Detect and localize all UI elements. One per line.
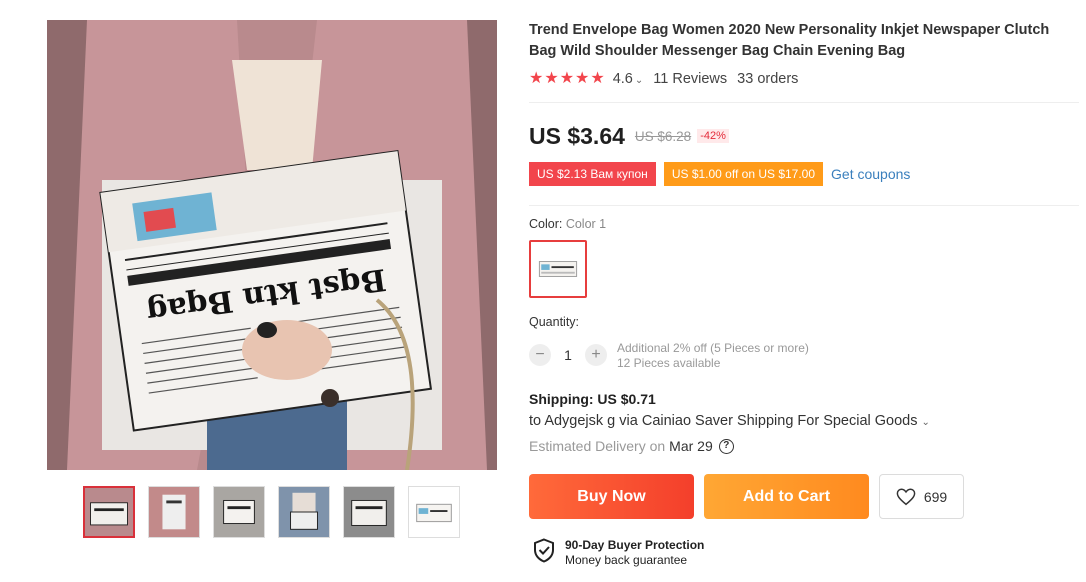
help-icon[interactable]: ? bbox=[718, 438, 734, 454]
reviews-link[interactable]: 11 Reviews bbox=[653, 71, 727, 87]
thumbnail-5[interactable] bbox=[343, 486, 395, 538]
thumbnail-3[interactable] bbox=[213, 486, 265, 538]
product-title: Trend Envelope Bag Women 2020 New Person… bbox=[529, 22, 1050, 59]
star-icon: ★ bbox=[544, 70, 559, 87]
chevron-down-icon: ⌄ bbox=[634, 75, 644, 86]
add-to-cart-button[interactable]: Add to Cart bbox=[704, 474, 869, 519]
shield-check-icon bbox=[534, 538, 554, 563]
divider bbox=[529, 205, 1079, 206]
quantity-info: Additional 2% off (5 Pieces or more) 12 … bbox=[617, 341, 809, 371]
star-icon: ★ bbox=[529, 70, 544, 87]
rating-number: 4.6 bbox=[612, 71, 633, 87]
main-product-photo[interactable]: Bqst ktn Bqag bbox=[47, 20, 497, 470]
discount-badge: -42% bbox=[697, 129, 729, 143]
quantity-stepper: − 1 + bbox=[529, 343, 607, 367]
buy-now-button[interactable]: Buy Now bbox=[529, 474, 694, 519]
estimated-delivery-date: Mar 29 bbox=[669, 438, 713, 454]
quantity-increase-button[interactable]: + bbox=[585, 344, 607, 366]
coupon-store-badge[interactable]: US $2.13 Вам купон bbox=[529, 162, 656, 186]
buyer-protection-title: 90-Day Buyer Protection bbox=[565, 538, 705, 552]
star-icon: ★ bbox=[559, 70, 575, 87]
estimated-delivery: Estimated Delivery on Mar 29 ? bbox=[529, 438, 734, 454]
chevron-down-icon: ⌄ bbox=[921, 417, 930, 428]
get-coupons-link[interactable]: Get coupons bbox=[831, 166, 910, 182]
thumbnail-6[interactable] bbox=[408, 486, 460, 538]
color-selected-value: Color 1 bbox=[565, 217, 607, 231]
shipping-method-text: to Adygejsk g via Cainiao Saver Shipping… bbox=[529, 413, 918, 429]
buyer-protection: 90-Day Buyer Protection Money back guara… bbox=[533, 538, 704, 568]
thumbnail-strip bbox=[83, 486, 460, 538]
rating-row: ★ ★ ★ ★ ★ 4.6 ⌄ 11 Reviews 33 orders bbox=[529, 69, 798, 89]
heart-icon bbox=[896, 487, 916, 505]
coupon-select-badge[interactable]: US $1.00 off on US $17.00 bbox=[663, 162, 824, 186]
buyer-protection-subtitle: Money back guarantee bbox=[565, 553, 688, 567]
orders-count: 33 orders bbox=[737, 71, 799, 87]
divider bbox=[529, 102, 1079, 103]
stock-available-text: 12 Pieces available bbox=[617, 356, 721, 370]
thumbnail-2[interactable] bbox=[148, 486, 200, 538]
quantity-decrease-button[interactable]: − bbox=[529, 344, 551, 366]
price-row: US $3.64 US $6.28 -42% bbox=[529, 120, 729, 152]
wishlist-count: 699 bbox=[923, 488, 948, 505]
product-photo-image: Bqst ktn Bqag bbox=[47, 20, 497, 470]
rating-stars: ★ ★ ★ ★ ★ bbox=[529, 71, 605, 87]
star-icon: ★ bbox=[590, 70, 605, 87]
quantity-input[interactable]: 1 bbox=[551, 347, 585, 363]
color-label-text: Color: bbox=[529, 217, 563, 231]
thumbnail-4[interactable] bbox=[278, 486, 330, 538]
color-label: Color: Color 1 bbox=[529, 217, 606, 231]
coupon-row: US $2.13 Вам купон US $1.00 off on US $1… bbox=[529, 162, 910, 186]
original-price: US $6.28 bbox=[634, 128, 692, 144]
wishlist-button[interactable]: 699 bbox=[879, 474, 964, 519]
shipping-title: Shipping: US $0.71 bbox=[529, 391, 656, 407]
bulk-discount-text: Additional 2% off (5 Pieces or more) bbox=[617, 341, 809, 355]
estimated-delivery-label: Estimated Delivery on bbox=[529, 438, 666, 454]
shipping-method-selector[interactable]: to Adygejsk g via Cainiao Saver Shipping… bbox=[529, 413, 930, 429]
star-icon: ★ bbox=[575, 70, 590, 87]
current-price: US $3.64 bbox=[529, 122, 625, 149]
thumbnail-1[interactable] bbox=[83, 486, 135, 538]
color-option-1[interactable] bbox=[529, 240, 587, 298]
rating-value[interactable]: 4.6 ⌄ bbox=[613, 71, 644, 87]
quantity-label: Quantity: bbox=[529, 315, 580, 329]
